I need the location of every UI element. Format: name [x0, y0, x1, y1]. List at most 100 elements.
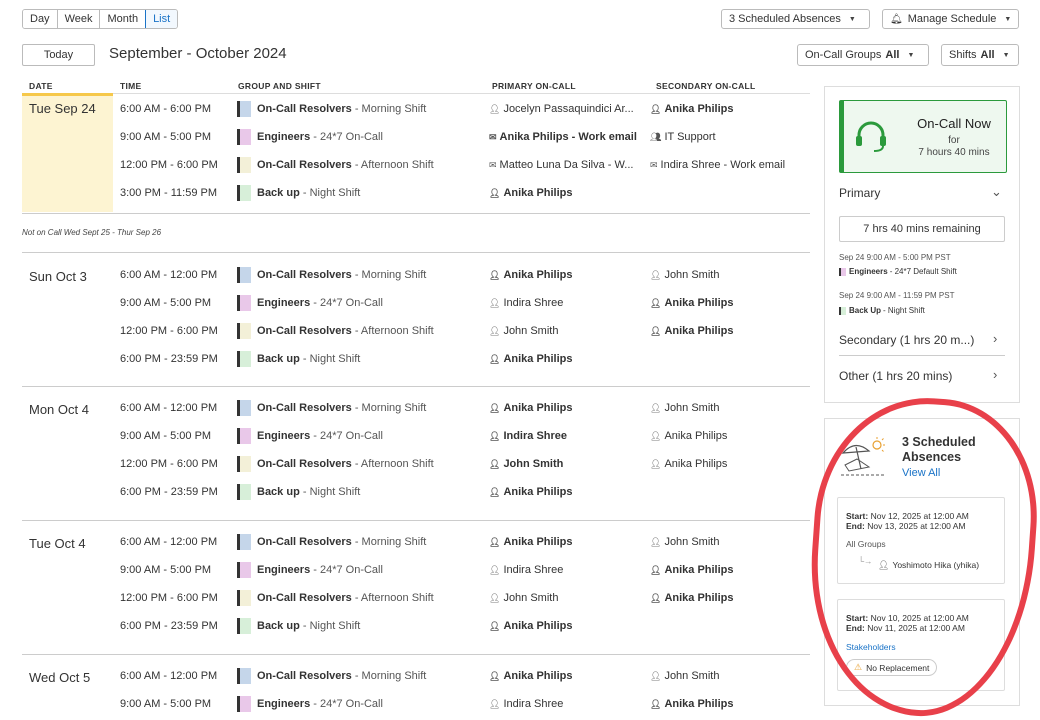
group-shift: On-Call Resolvers - Afternoon Shift: [257, 458, 434, 470]
schedule-row[interactable]: 6:00 AM - 12:00 PM On-Call Resolvers - Mo…: [113, 267, 810, 285]
group-name: Engineers: [257, 430, 311, 442]
primary-oncall[interactable]: 👤︎ John Smith: [489, 458, 563, 470]
schedule-row[interactable]: 6:00 PM - 23:59 PM Back up - Night Shift 👤…: [113, 618, 810, 636]
primary-oncall[interactable]: 👤︎ Indira Shree: [489, 430, 567, 442]
primary-name: Indira Shree: [503, 297, 564, 309]
schedule-row[interactable]: 12:00 PM - 6:00 PM On-Call Resolvers - Af…: [113, 157, 810, 175]
shift-name: - Morning Shift: [351, 269, 427, 281]
shift-time: 12:00 PM - 6:00 PM: [120, 159, 218, 171]
schedule-row[interactable]: 6:00 AM - 12:00 PM On-Call Resolvers - Mo…: [113, 400, 810, 418]
oncall-now-card: On-Call Now for 7 hours 40 mins: [839, 100, 1007, 173]
shift-name: - Afternoon Shift: [351, 458, 434, 470]
secondary-oncall[interactable]: 👤︎ John Smith: [650, 269, 719, 281]
shift-time: 9:00 AM - 5:00 PM: [120, 698, 212, 710]
tab-day[interactable]: Day: [23, 10, 58, 28]
day-label: Sun Oct 3: [29, 269, 87, 284]
secondary-oncall[interactable]: 👤︎ Anika Philips: [650, 698, 734, 710]
schedule-row[interactable]: 3:00 PM - 11:59 PM Back up - Night Shift 👤…: [113, 185, 810, 203]
primary-oncall[interactable]: ✉︎ Anika Philips - Work email: [489, 131, 637, 143]
schedule-row[interactable]: 9:00 AM - 5:00 PM Engineers - 24*7 On-Cal…: [113, 129, 810, 147]
secondary-oncall[interactable]: 👤︎ John Smith: [650, 536, 719, 548]
shift-name: - 24*7 On-Call: [310, 131, 383, 143]
secondary-section-header[interactable]: Secondary (1 hrs 20 m...): [839, 333, 974, 347]
group-color-swatch: [237, 157, 251, 173]
shift-name: - Afternoon Shift: [351, 325, 434, 337]
schedule-row[interactable]: 12:00 PM - 6:00 PM On-Call Resolvers - Af…: [113, 456, 810, 474]
schedule-row[interactable]: 9:00 AM - 5:00 PM Engineers - 24*7 On-Cal…: [113, 562, 810, 580]
primary-oncall[interactable]: 👤︎ Anika Philips: [489, 402, 573, 414]
schedule-row[interactable]: 6:00 PM - 23:59 PM Back up - Night Shift 👤…: [113, 351, 810, 369]
group-color-swatch: [237, 562, 251, 578]
secondary-oncall[interactable]: 👤︎ John Smith: [650, 670, 719, 682]
chevron-right-icon[interactable]: ›: [993, 331, 997, 346]
shifts-filter[interactable]: Shifts All ▼: [941, 44, 1019, 66]
oncall-duration: 7 hours 40 mins: [918, 147, 990, 158]
schedule-row[interactable]: 12:00 PM - 6:00 PM On-Call Resolvers - Af…: [113, 590, 810, 608]
schedule-row[interactable]: 9:00 AM - 5:00 PM Engineers - 24*7 On-Cal…: [113, 295, 810, 313]
secondary-oncall[interactable]: ✉︎ Indira Shree - Work email: [650, 159, 785, 171]
primary-oncall[interactable]: 👤︎ Jocelyn Passaquindici Ar...: [489, 103, 634, 115]
group-color-swatch: [237, 323, 251, 339]
secondary-oncall[interactable]: 👤︎ Anika Philips: [650, 325, 734, 337]
group-shift: On-Call Resolvers - Afternoon Shift: [257, 159, 434, 171]
tab-list[interactable]: List: [145, 10, 178, 28]
secondary-oncall[interactable]: 👤︎ Anika Philips: [650, 430, 727, 442]
schedule-row[interactable]: 9:00 AM - 5:00 PM Engineers - 24*7 On-Cal…: [113, 428, 810, 446]
group-name: On-Call Resolvers: [257, 592, 352, 604]
shift-time: 6:00 AM - 12:00 PM: [120, 402, 218, 414]
secondary-oncall[interactable]: 👤︎ Anika Philips: [650, 564, 734, 576]
headset-icon: [856, 121, 886, 152]
primary-oncall[interactable]: 👤︎ Indira Shree: [489, 297, 563, 309]
secondary-oncall[interactable]: 👥︎ IT Support: [650, 131, 716, 143]
other-section-header[interactable]: Other (1 hrs 20 mins): [839, 369, 952, 383]
secondary-oncall[interactable]: 👤︎ Anika Philips: [650, 103, 734, 115]
primary-oncall[interactable]: 👤︎ Anika Philips: [489, 670, 573, 682]
entry-group-name: Engineers: [849, 267, 888, 276]
shift-time: 12:00 PM - 6:00 PM: [120, 325, 218, 337]
primary-oncall[interactable]: 👤︎ Indira Shree: [489, 698, 563, 710]
envelope-icon: ✉︎: [489, 132, 497, 142]
group-shift: On-Call Resolvers - Afternoon Shift: [257, 592, 434, 604]
secondary-name: Anika Philips: [664, 103, 734, 115]
primary-oncall[interactable]: 👤︎ Anika Philips: [489, 620, 573, 632]
tab-month[interactable]: Month: [100, 10, 147, 28]
primary-oncall[interactable]: 👤︎ John Smith: [489, 592, 558, 604]
group-name: On-Call Resolvers: [257, 402, 352, 414]
schedule-row[interactable]: 12:00 PM - 6:00 PM On-Call Resolvers - Af…: [113, 323, 810, 341]
schedule-row[interactable]: 9:00 AM - 5:00 PM Engineers - 24*7 On-Cal…: [113, 696, 810, 714]
person-icon: 👤︎: [489, 431, 501, 441]
primary-oncall[interactable]: 👤︎ Anika Philips: [489, 187, 573, 199]
primary-oncall[interactable]: 👤︎ Anika Philips: [489, 269, 573, 281]
chevron-down-icon[interactable]: ⌄: [991, 184, 1002, 200]
envelope-icon: ✉︎: [489, 160, 497, 170]
schedule-row[interactable]: 6:00 AM - 12:00 PM On-Call Resolvers - Mo…: [113, 668, 810, 686]
schedule-row[interactable]: 6:00 AM - 12:00 PM On-Call Resolvers - Mo…: [113, 534, 810, 552]
primary-oncall[interactable]: 👤︎ Indira Shree: [489, 564, 563, 576]
secondary-oncall[interactable]: 👤︎ Anika Philips: [650, 592, 734, 604]
header-primary: PRIMARY ON-CALL: [492, 81, 576, 91]
scheduled-absences-dropdown[interactable]: 3 Scheduled Absences ▼: [721, 9, 870, 29]
secondary-name: Anika Philips: [664, 698, 734, 710]
schedule-row[interactable]: 6:00 AM - 6:00 PM On-Call Resolvers - Mor…: [113, 101, 810, 119]
today-button[interactable]: Today: [22, 44, 95, 66]
schedule-row[interactable]: 6:00 PM - 23:59 PM Back up - Night Shift 👤…: [113, 484, 810, 502]
chevron-right-icon[interactable]: ›: [993, 367, 997, 382]
primary-oncall[interactable]: 👤︎ Anika Philips: [489, 353, 573, 365]
person-icon: 👤︎: [650, 537, 662, 547]
person-icon: 👤︎: [650, 270, 662, 280]
secondary-oncall[interactable]: 👤︎ John Smith: [650, 402, 719, 414]
primary-oncall[interactable]: 👤︎ John Smith: [489, 325, 558, 337]
primary-oncall[interactable]: ✉︎ Matteo Luna Da Silva - W...: [489, 159, 633, 171]
primary-oncall[interactable]: 👤︎ Anika Philips: [489, 486, 573, 498]
secondary-oncall[interactable]: 👤︎ Anika Philips: [650, 458, 727, 470]
primary-section-header[interactable]: Primary: [839, 186, 880, 200]
shift-time: 6:00 AM - 12:00 PM: [120, 670, 218, 682]
oncall-groups-filter[interactable]: On-Call Groups All ▼: [797, 44, 929, 66]
person-icon: 👤︎: [650, 431, 662, 441]
divider: [839, 355, 1005, 356]
secondary-oncall[interactable]: 👤︎ Anika Philips: [650, 297, 734, 309]
tab-week[interactable]: Week: [57, 10, 101, 28]
primary-oncall[interactable]: 👤︎ Anika Philips: [489, 536, 573, 548]
bell-icon: 🔔︎: [890, 13, 903, 25]
manage-schedule-dropdown[interactable]: 🔔︎ Manage Schedule ▼: [882, 9, 1019, 29]
